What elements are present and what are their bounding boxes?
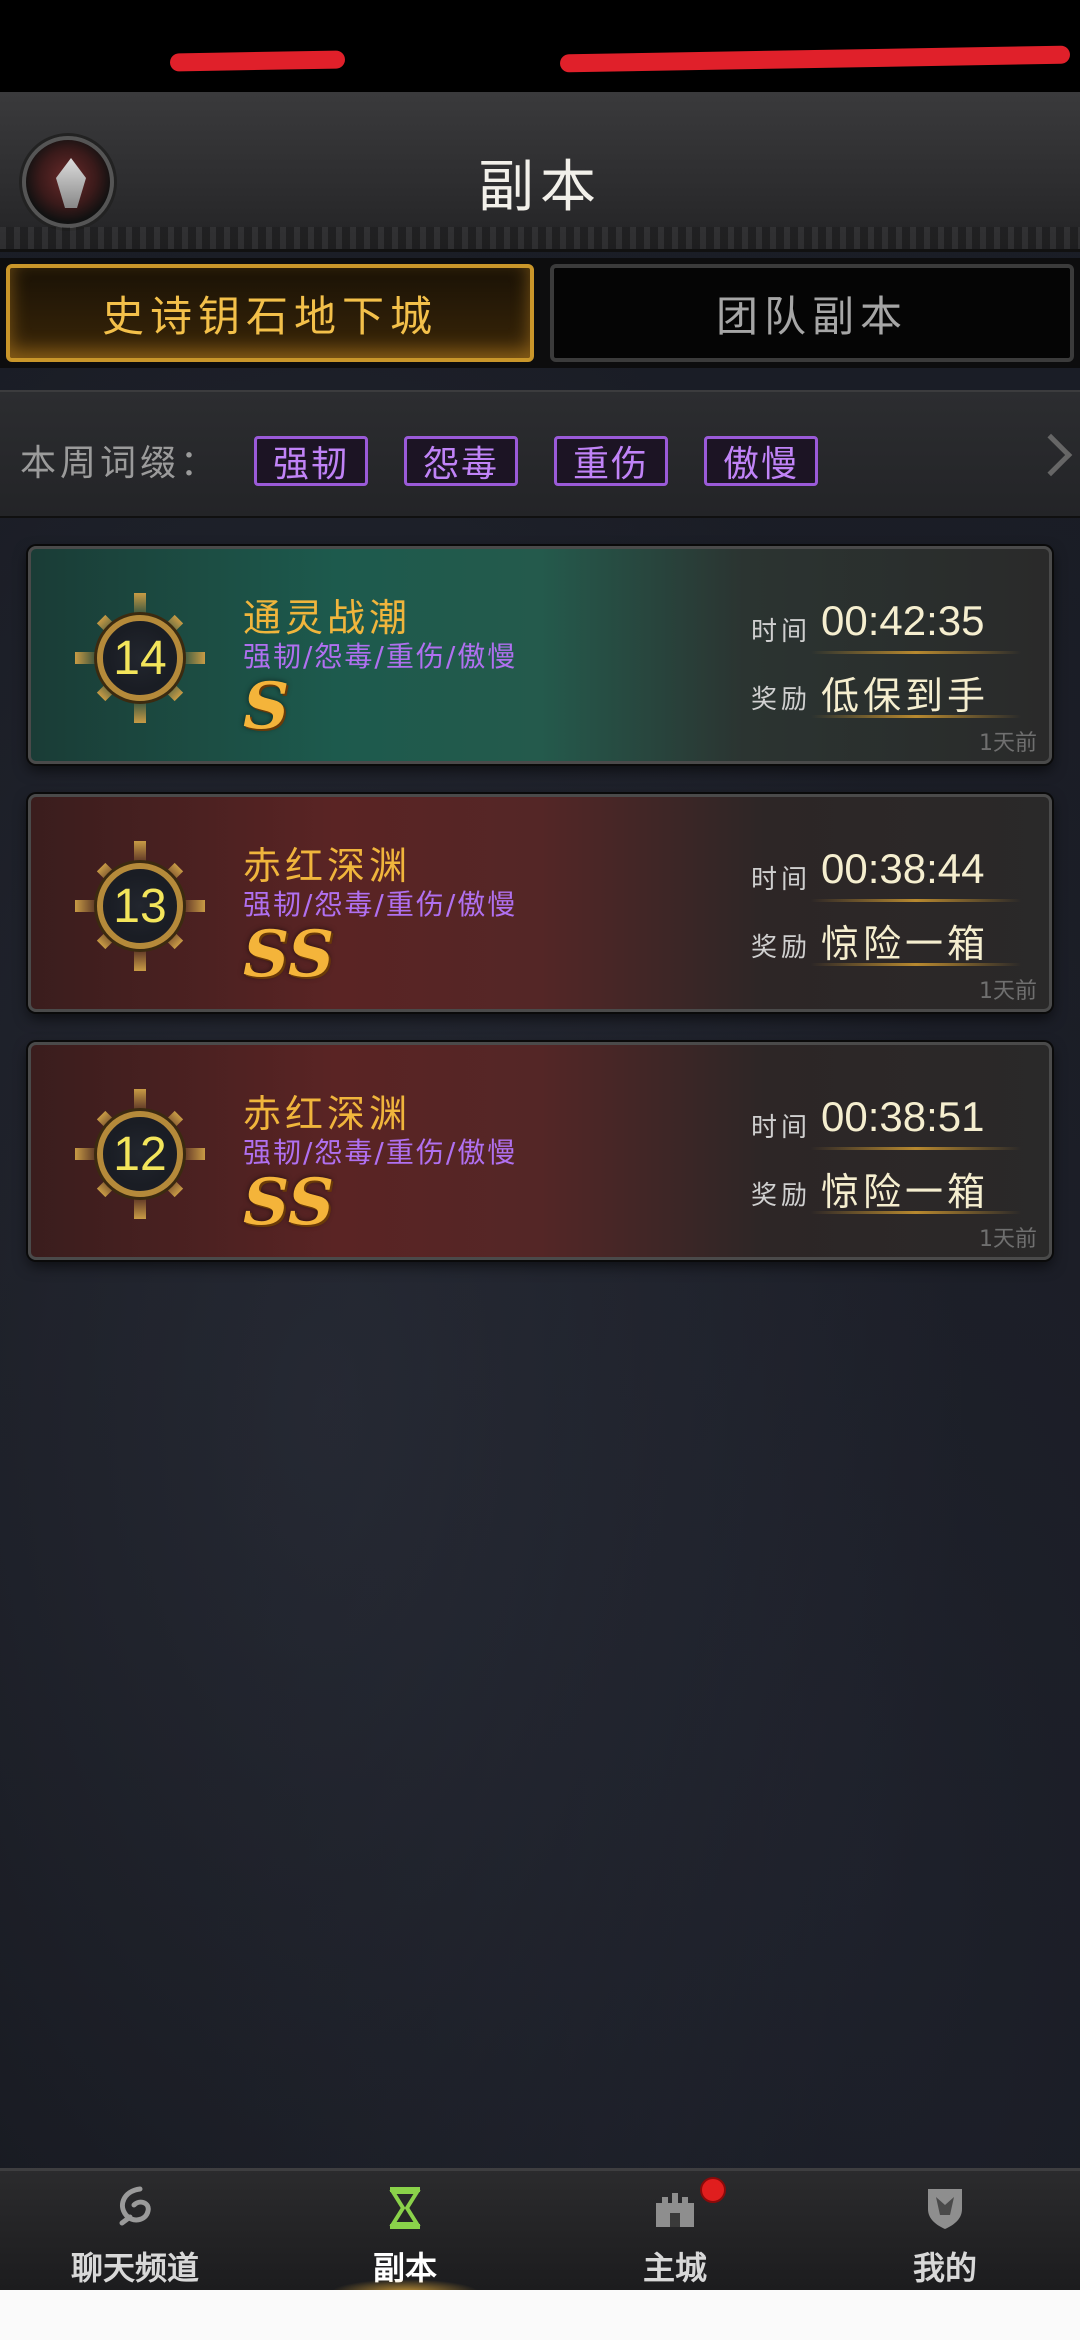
hourglass-icon (389, 2187, 421, 2229)
run-time: 00:42:35 (821, 597, 985, 644)
dungeon-name: 通灵战潮 (243, 596, 412, 640)
nav-label: 副本 (372, 2249, 437, 2287)
tab-mythic-keystone[interactable]: 史诗钥石地下城 (6, 264, 534, 362)
keystone-level-badge: 14 (75, 593, 205, 723)
reward-label: 奖励 (751, 1181, 812, 1211)
dungeon-tabs: 史诗钥石地下城 团队副本 (0, 258, 1080, 368)
run-reward: 惊险一箱 (821, 1170, 990, 1214)
run-card[interactable]: 12 赤红深渊 强韧/怨毒/重伤/傲慢 SS 时间 00:38:51 奖励 惊险… (28, 1042, 1052, 1260)
run-rank: SS (243, 1165, 335, 1240)
keystone-level: 14 (113, 631, 167, 685)
castle-icon (656, 2193, 694, 2227)
tab-raid[interactable]: 团队副本 (550, 264, 1074, 362)
nav-item-chat[interactable]: 聊天频道 (0, 2171, 270, 2293)
run-timestamp: 1天前 (979, 1227, 1037, 1252)
divider (811, 715, 1021, 718)
top-header: 副本 (0, 92, 1080, 252)
time-label: 时间 (751, 1113, 812, 1143)
page-title: 副本 (478, 155, 602, 220)
redacted-mark (559, 45, 1071, 73)
weekly-affix-bar[interactable]: 本周词缀： 强韧 怨毒 重伤 傲慢 (0, 390, 1080, 518)
keystone-level-badge: 12 (75, 1089, 205, 1219)
status-bar (0, 0, 1080, 92)
chat-swirl-icon (119, 2186, 151, 2226)
keystone-level: 13 (113, 879, 167, 933)
divider (811, 963, 1021, 966)
nav-item-city[interactable]: 主城 (540, 2171, 810, 2293)
nav-label: 主城 (642, 2249, 707, 2287)
redacted-mark (169, 50, 346, 72)
app-screen: 副本 史诗钥石地下城 团队副本 本周词缀： 强韧 怨毒 重伤 傲慢 14 通灵战… (0, 0, 1080, 2340)
divider (811, 899, 1021, 902)
run-timestamp: 1天前 (979, 979, 1037, 1004)
bottom-nav: 聊天频道 副本 主城 我的 (0, 2168, 1080, 2293)
run-time: 00:38:44 (821, 845, 985, 892)
run-reward: 低保到手 (821, 674, 990, 718)
shield-crest-icon (928, 2189, 962, 2229)
keystone-level-badge: 13 (75, 841, 205, 971)
nav-label: 聊天频道 (70, 2249, 199, 2287)
dungeon-name: 赤红深渊 (243, 1092, 412, 1136)
run-reward: 惊险一箱 (821, 922, 990, 966)
time-label: 时间 (751, 617, 812, 647)
affix-chip[interactable]: 重伤 (554, 436, 668, 486)
divider (811, 1147, 1021, 1150)
chevron-right-icon[interactable] (1029, 433, 1073, 477)
run-rank: SS (243, 917, 335, 992)
divider (811, 651, 1021, 654)
affix-chip[interactable]: 怨毒 (404, 436, 518, 486)
affix-chip[interactable]: 强韧 (254, 436, 368, 486)
nav-item-dungeon[interactable]: 副本 (270, 2171, 540, 2293)
time-label: 时间 (751, 865, 812, 895)
affix-chip[interactable]: 傲慢 (704, 436, 818, 486)
system-home-bar (0, 2290, 1080, 2340)
run-timestamp: 1天前 (979, 731, 1037, 756)
keystone-level: 12 (113, 1127, 167, 1181)
nav-label: 我的 (912, 2249, 977, 2287)
divider (811, 1211, 1021, 1214)
run-time: 00:38:51 (821, 1093, 985, 1140)
run-card[interactable]: 13 赤红深渊 强韧/怨毒/重伤/傲慢 SS 时间 00:38:44 奖励 惊险… (28, 794, 1052, 1012)
affix-label: 本周词缀： (20, 443, 221, 484)
reward-label: 奖励 (751, 685, 812, 715)
reward-label: 奖励 (751, 933, 812, 963)
notification-dot (700, 2177, 726, 2203)
run-card[interactable]: 14 通灵战潮 强韧/怨毒/重伤/傲慢 S 时间 00:42:35 奖励 低保到… (28, 546, 1052, 764)
nav-item-profile[interactable]: 我的 (810, 2171, 1080, 2293)
dungeon-name: 赤红深渊 (243, 844, 412, 888)
run-rank: S (243, 669, 290, 744)
